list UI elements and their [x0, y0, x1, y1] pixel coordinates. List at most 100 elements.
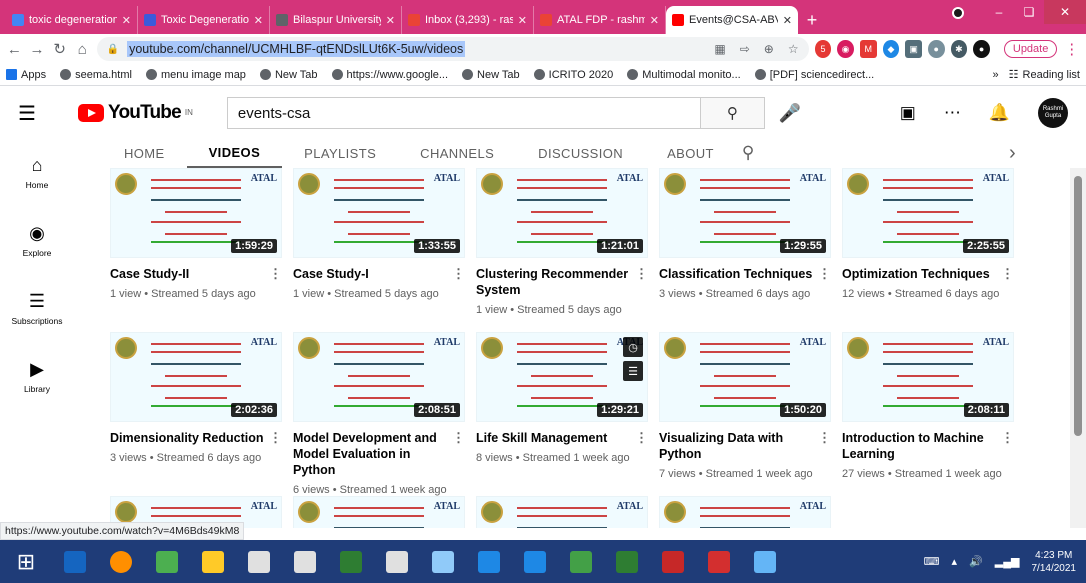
video-thumbnail[interactable]: ATAL — [476, 496, 648, 528]
taskbar-app-icon[interactable] — [650, 540, 696, 583]
maximize-icon[interactable]: ❏ — [1014, 0, 1044, 24]
reading-list-button[interactable]: ☷ Reading list — [1009, 68, 1080, 82]
notifications-bell-icon[interactable]: 🔔 — [989, 103, 1010, 123]
bookmark-item[interactable]: New Tab — [259, 69, 318, 81]
bookmark-item[interactable]: New Tab — [462, 69, 520, 81]
taskbar-app-icon[interactable] — [144, 540, 190, 583]
bookmark-item[interactable]: Multimodal monito... — [627, 69, 741, 81]
video-thumbnail[interactable]: ATAL — [293, 496, 465, 528]
video-thumbnail[interactable]: ATAL 2:08:51 — [293, 332, 465, 422]
video-card[interactable]: ATAL 1:29:55 Classification Techniques ⋮ 3 v… — [659, 168, 831, 300]
taskbar-app-icon[interactable] — [98, 540, 144, 583]
extension-icon[interactable]: ◉ — [837, 40, 854, 58]
keyboard-icon[interactable]: ⌨ — [924, 555, 940, 568]
close-window-icon[interactable]: ✕ — [1044, 0, 1086, 24]
video-card[interactable]: ATAL 2:08:11 Introduction to Machine Learn… — [842, 332, 1014, 480]
guide-item-library[interactable]: ▶ Library — [0, 342, 74, 410]
add-to-queue-icon[interactable]: ☰ — [623, 361, 643, 381]
bookmark-item[interactable]: https://www.google... — [331, 69, 448, 81]
more-actions-icon[interactable]: ⋮ — [452, 266, 465, 282]
bookmarks-overflow-icon[interactable]: » — [993, 69, 999, 81]
video-title[interactable]: Model Development and Model Evaluation i… — [293, 430, 465, 478]
more-actions-icon[interactable]: ⋮ — [1001, 266, 1014, 282]
video-card[interactable]: ATAL 2:25:55 Optimization Techniques ⋮ 12 vi… — [842, 168, 1014, 300]
tray-up-icon[interactable]: ▴ — [952, 555, 958, 568]
network-icon[interactable]: ▂▄▆ — [995, 555, 1020, 568]
guide-item-explore[interactable]: ◉ Explore — [0, 206, 74, 274]
extension-icon[interactable]: ● — [927, 40, 945, 58]
video-thumbnail[interactable]: ATAL 1:33:55 — [293, 168, 465, 258]
video-thumbnail[interactable]: ATAL1:29:21◷☰ — [476, 332, 648, 422]
video-title[interactable]: Case Study-II ⋮ — [110, 266, 282, 282]
video-card[interactable]: ATAL1:29:21◷☰Life Skill Management⋮8 vie… — [476, 332, 648, 464]
browser-tab[interactable]: Bilaspur University Inte ✕ — [270, 6, 402, 34]
video-thumbnail[interactable]: ATAL 1:29:55 — [659, 168, 831, 258]
extension-icon[interactable]: M — [859, 40, 877, 58]
video-card[interactable]: ATAL — [476, 496, 648, 528]
taskbar-app-icon[interactable] — [696, 540, 742, 583]
puzzle-icon[interactable]: ✱ — [950, 40, 968, 58]
home-icon[interactable]: ⌂ — [74, 41, 91, 58]
clock[interactable]: 4:23 PM 7/14/2021 — [1032, 549, 1077, 575]
taskbar-app-icon[interactable] — [328, 540, 374, 583]
taskbar-app-icon[interactable] — [420, 540, 466, 583]
bookmark-item[interactable]: [PDF] sciencedirect... — [754, 69, 874, 81]
tab-close-icon[interactable]: ✕ — [518, 14, 527, 27]
tabs-next-chevron-icon[interactable]: › — [1009, 142, 1016, 165]
tab-playlists[interactable]: PLAYLISTS — [282, 138, 398, 168]
record-icon[interactable] — [952, 7, 964, 19]
more-actions-icon[interactable]: ⋮ — [635, 266, 648, 282]
watch-later-icon[interactable]: ◷ — [623, 337, 643, 357]
microphone-icon[interactable]: 🎤 — [779, 103, 801, 124]
video-thumbnail[interactable]: ATAL 2:25:55 — [842, 168, 1014, 258]
video-card[interactable]: ATAL 2:02:36 Dimensionality Reduction ⋮ 3 vi… — [110, 332, 282, 464]
avatar[interactable]: Rashmi Gupta — [1038, 98, 1068, 128]
more-actions-icon[interactable]: ⋮ — [818, 266, 831, 282]
taskbar-app-icon[interactable] — [236, 540, 282, 583]
more-actions-icon[interactable]: ⋮ — [635, 430, 648, 446]
video-thumbnail[interactable]: ATAL 1:21:01 — [476, 168, 648, 258]
address-bar[interactable]: 🔒 youtube.com/channel/UCMHLBF-qtENDslLUt… — [96, 37, 809, 61]
bookmark-star-icon[interactable]: ☆ — [788, 42, 799, 56]
taskbar-app-icon[interactable] — [742, 540, 788, 583]
channel-search-icon[interactable]: ⚲ — [742, 143, 755, 163]
more-actions-icon[interactable]: ⋮ — [818, 430, 831, 446]
taskbar-app-icon[interactable] — [604, 540, 650, 583]
video-title[interactable]: Case Study-I ⋮ — [293, 266, 465, 282]
video-title[interactable]: Clustering Recommender System ⋮ — [476, 266, 648, 298]
video-title[interactable]: Visualizing Data with Python ⋮ — [659, 430, 831, 462]
guide-item-subscriptions[interactable]: ☰ Subscriptions — [0, 274, 74, 342]
video-card[interactable]: ATAL 2:08:51 Model Development and Model E… — [293, 332, 465, 496]
more-actions-icon[interactable]: ⋮ — [269, 266, 282, 282]
youtube-logo[interactable]: YouTube IN — [78, 102, 193, 124]
browser-tab[interactable]: toxic degeneration in te ✕ — [6, 6, 138, 34]
video-thumbnail[interactable]: ATAL 1:59:29 — [110, 168, 282, 258]
bookmark-item[interactable]: ICRITO 2020 — [533, 69, 613, 81]
more-actions-icon[interactable]: ⋮ — [269, 430, 282, 446]
browser-tab[interactable]: Inbox (3,293) - rashmi ✕ — [402, 6, 534, 34]
tab-discussion[interactable]: DISCUSSION — [516, 138, 645, 168]
tab-close-icon[interactable]: ✕ — [783, 14, 792, 27]
video-card[interactable]: ATAL 1:59:29 Case Study-II ⋮ 1 view • Stream… — [110, 168, 282, 300]
search-button[interactable]: ⚲ — [700, 97, 765, 129]
back-icon[interactable]: ← — [6, 41, 23, 58]
video-thumbnail[interactable]: ATAL — [659, 496, 831, 528]
extension-icon[interactable]: ▣ — [905, 40, 922, 58]
extension-icon[interactable]: 5 — [814, 40, 832, 58]
video-title[interactable]: Dimensionality Reduction ⋮ — [110, 430, 282, 446]
guide-menu-icon[interactable]: ☰ — [18, 101, 48, 126]
tab-channels[interactable]: CHANNELS — [398, 138, 516, 168]
tab-about[interactable]: ABOUT — [645, 138, 736, 168]
taskbar-app-icon[interactable] — [466, 540, 512, 583]
video-card[interactable]: ATAL — [293, 496, 465, 528]
browser-tab[interactable]: ATAL FDP - rashmi.kvk ✕ — [534, 6, 666, 34]
lock-icon[interactable]: 🔒 — [107, 44, 119, 55]
bookmark-item[interactable]: seema.html — [60, 69, 132, 81]
scrollbar-thumb[interactable] — [1074, 176, 1082, 436]
taskbar-app-icon[interactable] — [282, 540, 328, 583]
search-input[interactable]: events-csa — [226, 97, 701, 129]
tab-close-icon[interactable]: ✕ — [650, 14, 659, 27]
video-card[interactable]: ATAL 1:50:20 Visualizing Data with Python ⋮… — [659, 332, 831, 480]
bookmark-item[interactable]: Apps — [6, 69, 46, 81]
bookmark-item[interactable]: menu image map — [145, 69, 246, 81]
